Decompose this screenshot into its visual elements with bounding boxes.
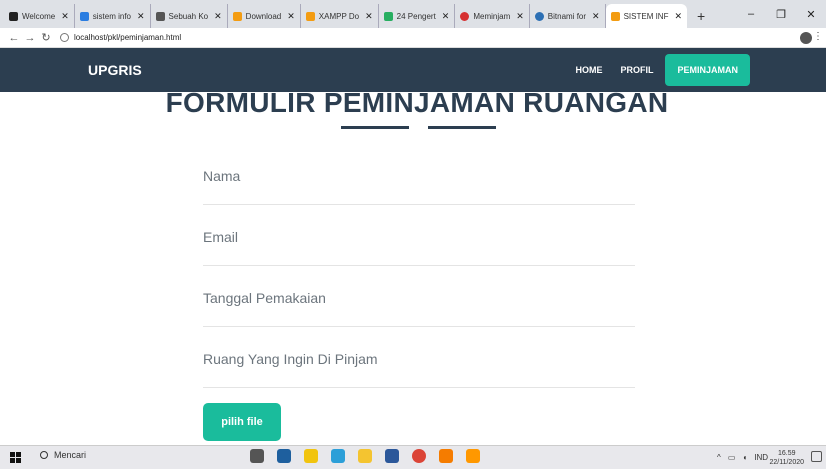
windows-taskbar: Mencari ^ ▭ ◖ IND 16.59 22/11/2020 bbox=[0, 445, 826, 469]
tab-favicon bbox=[460, 11, 470, 21]
address-bar: ← → ↻ localhost/pkl/peminjaman.html ⋮ bbox=[0, 28, 826, 48]
close-icon[interactable]: ✕ bbox=[61, 11, 69, 22]
nav-home[interactable]: HOME bbox=[566, 54, 611, 86]
nav-profil[interactable]: PROFIL bbox=[611, 54, 662, 86]
task-view-icon[interactable] bbox=[250, 449, 264, 463]
field-label: Ruang Yang Ingin Di Pinjam bbox=[203, 351, 378, 367]
close-icon[interactable]: ✕ bbox=[214, 11, 222, 22]
window-controls: – ❐ ✕ bbox=[736, 0, 826, 28]
browser-tab[interactable]: Bitnami for ✕ bbox=[530, 4, 606, 28]
browser-tab-active[interactable]: SISTEM INF ✕ bbox=[605, 4, 688, 28]
chevron-up-icon[interactable]: ^ bbox=[717, 453, 721, 462]
email-field[interactable]: Email bbox=[203, 205, 635, 266]
title-divider bbox=[341, 126, 409, 129]
globe-icon bbox=[60, 33, 69, 42]
taskbar-search[interactable]: Mencari bbox=[40, 450, 86, 460]
browser-tab-strip: Welcome ✕ sistem info ✕ Sebuah Ko ✕ Downloa… bbox=[0, 0, 826, 28]
close-window-button[interactable]: ✕ bbox=[796, 0, 826, 28]
page-title: FORMULIR PEMINJAMAN RUANGAN bbox=[165, 87, 669, 118]
store-icon[interactable] bbox=[304, 449, 318, 463]
browser-tab[interactable]: Download ✕ bbox=[228, 4, 301, 28]
folder-icon[interactable] bbox=[358, 449, 372, 463]
tab-favicon bbox=[534, 11, 544, 21]
maximize-button[interactable]: ❐ bbox=[766, 0, 796, 28]
tab-favicon bbox=[305, 11, 315, 21]
clock-date: 22/11/2020 bbox=[769, 459, 804, 466]
browser-tab[interactable]: Meminjam ✕ bbox=[455, 4, 530, 28]
search-icon bbox=[40, 451, 48, 459]
close-icon[interactable]: ✕ bbox=[365, 11, 373, 22]
profile-avatar[interactable] bbox=[800, 32, 812, 44]
clock[interactable]: 16.59 22/11/2020 bbox=[769, 449, 804, 467]
clock-time: 16.59 bbox=[777, 450, 796, 457]
edge-icon[interactable] bbox=[331, 449, 345, 463]
url-text: localhost/pkl/peminjaman.html bbox=[74, 33, 182, 42]
close-icon[interactable]: ✕ bbox=[516, 11, 524, 22]
field-label: Email bbox=[203, 229, 239, 245]
browser-tab[interactable]: Sebuah Ko ✕ bbox=[151, 4, 228, 28]
tab-favicon bbox=[383, 11, 393, 21]
browser-tab[interactable]: Welcome ✕ bbox=[4, 4, 75, 28]
close-icon[interactable]: ✕ bbox=[442, 11, 450, 22]
file-explorer-icon[interactable] bbox=[277, 449, 291, 463]
menu-dots-icon[interactable]: ⋮ bbox=[813, 31, 823, 42]
back-arrow-icon[interactable]: ← bbox=[6, 32, 22, 44]
site-navbar: UPGRIS HOME PROFIL PEMINJAMAN bbox=[0, 48, 826, 92]
browser-tab[interactable]: sistem info ✕ bbox=[75, 4, 151, 28]
minimize-button[interactable]: – bbox=[736, 0, 766, 28]
field-label: Nama bbox=[203, 168, 241, 184]
brand-logo[interactable]: UPGRIS bbox=[88, 62, 142, 78]
date-field[interactable]: Tanggal Pemakaian bbox=[203, 266, 635, 327]
tab-favicon bbox=[155, 11, 165, 21]
url-field[interactable]: localhost/pkl/peminjaman.html bbox=[60, 33, 181, 42]
tab-favicon bbox=[232, 11, 242, 21]
close-icon[interactable]: ✕ bbox=[674, 11, 682, 22]
close-icon[interactable]: ✕ bbox=[592, 11, 600, 22]
close-icon[interactable]: ✕ bbox=[137, 11, 145, 22]
sublime-icon[interactable] bbox=[466, 449, 480, 463]
chrome-icon[interactable] bbox=[412, 449, 426, 463]
word-icon[interactable] bbox=[385, 449, 399, 463]
tab-favicon bbox=[610, 11, 620, 21]
windows-start-icon[interactable] bbox=[10, 452, 21, 463]
browser-tab[interactable]: 24 Pengert ✕ bbox=[379, 4, 456, 28]
new-tab-button[interactable]: + bbox=[687, 4, 715, 28]
xampp-icon[interactable] bbox=[439, 449, 453, 463]
volume-icon[interactable]: ◖ bbox=[742, 453, 747, 462]
browser-tab[interactable]: XAMPP Do ✕ bbox=[301, 4, 379, 28]
close-icon[interactable]: ✕ bbox=[287, 11, 295, 22]
choose-file-button[interactable]: pilih file bbox=[203, 403, 281, 441]
language-indicator[interactable]: IND bbox=[754, 453, 768, 462]
notification-icon[interactable] bbox=[811, 451, 822, 462]
reload-icon[interactable]: ↻ bbox=[38, 31, 54, 44]
nav-peminjaman[interactable]: PEMINJAMAN bbox=[665, 54, 750, 86]
taskbar-apps bbox=[250, 449, 480, 463]
tab-favicon bbox=[79, 11, 89, 21]
room-field[interactable]: Ruang Yang Ingin Di Pinjam bbox=[203, 327, 635, 388]
name-field[interactable]: Nama bbox=[203, 144, 635, 205]
nav-links: HOME PROFIL PEMINJAMAN bbox=[566, 54, 750, 86]
field-label: Tanggal Pemakaian bbox=[203, 290, 326, 306]
title-divider bbox=[428, 126, 496, 129]
battery-icon[interactable]: ▭ bbox=[728, 453, 736, 462]
home-icon bbox=[9, 11, 18, 21]
forward-arrow-icon[interactable]: → bbox=[22, 32, 38, 44]
system-tray: ^ ▭ ◖ IND bbox=[717, 453, 768, 462]
